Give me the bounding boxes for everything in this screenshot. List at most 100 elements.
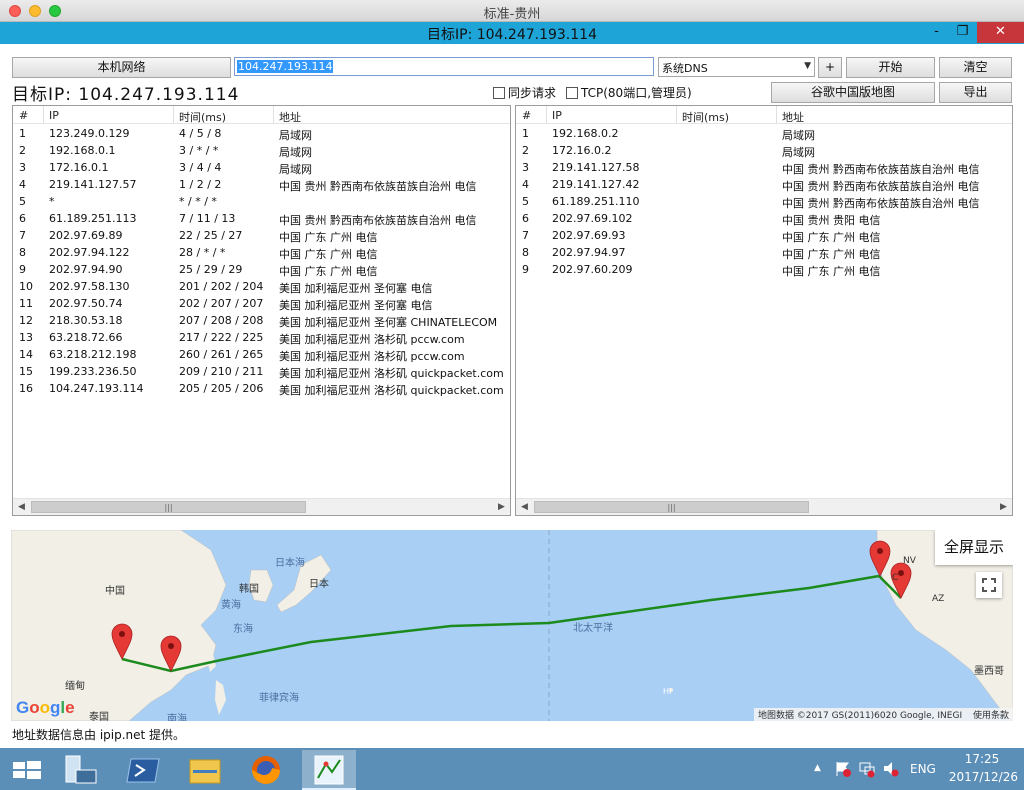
table-row[interactable]: 4 219.141.127.42 中国 贵州 黔西南布依族苗族自治州 电信 [516, 176, 1012, 193]
column-header-number[interactable]: # [19, 109, 28, 122]
cell-ip: 219.141.127.42 [552, 178, 640, 191]
column-header-address[interactable]: 地址 [782, 109, 804, 125]
dns-select[interactable]: 系统DNS ▼ [658, 57, 815, 77]
cell-number: 4 [19, 178, 26, 191]
table-row[interactable]: 5 * * / * / * [13, 193, 510, 210]
scrollbar-thumb[interactable]: ||| [534, 501, 809, 513]
close-button[interactable]: ✕ [977, 22, 1024, 43]
map-label-hi: HI [663, 687, 672, 696]
server-manager-icon[interactable] [54, 750, 108, 790]
map-label-korea: 韩国 [239, 584, 259, 595]
table-row[interactable]: 6 202.97.69.102 中国 贵州 贵阳 电信 [516, 210, 1012, 227]
volume-icon[interactable] [882, 760, 900, 778]
cell-time: 7 / 11 / 13 [179, 212, 236, 225]
table-row[interactable]: 8 202.97.94.97 中国 广东 广州 电信 [516, 244, 1012, 261]
scrollbar-thumb[interactable]: ||| [31, 501, 306, 513]
table-row[interactable]: 5 61.189.251.110 中国 贵州 黔西南布依族苗族自治州 电信 [516, 193, 1012, 210]
target-ip-input[interactable]: 104.247.193.114 [234, 57, 654, 76]
expand-icon[interactable] [976, 572, 1002, 598]
table-row[interactable]: 1 192.168.0.2 局域网 [516, 125, 1012, 142]
column-header-time[interactable]: 时间(ms) [682, 109, 729, 125]
cell-ip: 104.247.193.114 [49, 382, 144, 395]
table-row[interactable]: 15 199.233.236.50 209 / 210 / 211 美国 加利福尼亚州… [13, 363, 510, 380]
horizontal-scrollbar[interactable]: ◀ ||| ▶ [13, 498, 510, 515]
column-header-time[interactable]: 时间(ms) [179, 109, 226, 125]
clock-date[interactable]: 2017/12/26 [944, 770, 1018, 784]
table-row[interactable]: 11 202.97.50.74 202 / 207 / 207 美国 加利福尼亚州 圣… [13, 295, 510, 312]
export-button[interactable]: 导出 [939, 82, 1012, 103]
scroll-left-icon[interactable]: ◀ [13, 499, 30, 515]
table-row[interactable]: 6 61.189.251.113 7 / 11 / 13 中国 贵州 黔西南布依族苗族… [13, 210, 510, 227]
tray-up-arrow-icon[interactable]: ▲ [814, 763, 821, 773]
terms-link[interactable]: 使用条款 [973, 711, 1009, 721]
table-row[interactable]: 9 202.97.60.209 中国 广东 广州 电信 [516, 261, 1012, 278]
cell-ip: 192.168.0.2 [552, 127, 619, 140]
cell-address: 美国 加利福尼亚州 圣何塞 电信 [279, 282, 433, 295]
table-row[interactable]: 7 202.97.69.93 中国 广东 广州 电信 [516, 227, 1012, 244]
column-header-ip[interactable]: IP [49, 109, 59, 122]
table-row[interactable]: 9 202.97.94.90 25 / 29 / 29 中国 广东 广州 电信 [13, 261, 510, 278]
checkbox-box[interactable] [493, 86, 505, 99]
local-network-button[interactable]: 本机网络 [12, 57, 231, 78]
besttrace-icon[interactable] [302, 750, 356, 790]
table-row[interactable]: 12 218.30.53.18 207 / 208 / 208 美国 加利福尼亚州 圣… [13, 312, 510, 329]
firefox-icon[interactable] [239, 750, 293, 790]
map-label-south-sea: 南海 [167, 714, 187, 721]
add-dns-button[interactable]: + [818, 57, 842, 78]
tcp-checkbox[interactable]: TCP(80端口,管理员) [566, 84, 692, 101]
scroll-right-icon[interactable]: ▶ [995, 499, 1012, 515]
start-button[interactable] [0, 750, 54, 790]
table-row[interactable]: 3 172.16.0.1 3 / 4 / 4 局域网 [13, 159, 510, 176]
clock-time[interactable]: 17:25 [962, 752, 1002, 766]
fullscreen-button[interactable]: 全屏显示 [935, 530, 1013, 565]
cell-ip: 61.189.251.110 [552, 195, 640, 208]
table-row[interactable]: 2 172.16.0.2 局域网 [516, 142, 1012, 159]
minimize-button[interactable]: - [924, 22, 949, 43]
powershell-glyph [126, 758, 160, 783]
table-row[interactable]: 16 104.247.193.114 205 / 205 / 206 美国 加利福尼亚… [13, 380, 510, 397]
start-button[interactable]: 开始 [846, 57, 935, 78]
table-row[interactable]: 3 219.141.127.58 中国 贵州 黔西南布依族苗族自治州 电信 [516, 159, 1012, 176]
map-label-thailand: 泰国 [89, 712, 109, 721]
cell-time: 1 / 2 / 2 [179, 178, 222, 191]
scroll-right-icon[interactable]: ▶ [493, 499, 510, 515]
restore-button[interactable]: ❐ [950, 22, 975, 43]
language-indicator[interactable]: ENG [910, 762, 936, 776]
scroll-left-icon[interactable]: ◀ [516, 499, 533, 515]
column-header-address[interactable]: 地址 [279, 109, 301, 125]
file-explorer-icon[interactable] [178, 750, 232, 790]
network-icon[interactable] [858, 760, 876, 778]
cell-number: 13 [19, 331, 33, 344]
table-row[interactable]: 14 63.218.212.198 260 / 261 / 265 美国 加利福尼亚州… [13, 346, 510, 363]
cell-ip: 202.97.58.130 [49, 280, 130, 293]
table-row[interactable]: 8 202.97.94.122 28 / * / * 中国 广东 广州 电信 [13, 244, 510, 261]
table-row[interactable]: 4 219.141.127.57 1 / 2 / 2 中国 贵州 黔西南布依族苗族自治… [13, 176, 510, 193]
cell-ip: 172.16.0.2 [552, 144, 612, 157]
google-map-button[interactable]: 谷歌中国版地图 [771, 82, 935, 103]
cell-address: 中国 贵州 黔西南布依族苗族自治州 电信 [279, 180, 477, 193]
cell-number: 2 [522, 144, 529, 157]
horizontal-scrollbar[interactable]: ◀ ||| ▶ [516, 498, 1012, 515]
column-header-number[interactable]: # [522, 109, 531, 122]
cell-ip: 202.97.50.74 [49, 297, 123, 310]
table-row[interactable]: 7 202.97.69.89 22 / 25 / 27 中国 广东 广州 电信 [13, 227, 510, 244]
powershell-icon[interactable] [117, 750, 171, 790]
mac-window-title: 标准-贵州 [483, 7, 541, 22]
clear-button[interactable]: 清空 [939, 57, 1012, 78]
sync-request-checkbox[interactable]: 同步请求 [493, 84, 556, 101]
cell-number: 6 [19, 212, 26, 225]
table-row[interactable]: 1 123.249.0.129 4 / 5 / 8 局域网 [13, 125, 510, 142]
table-row[interactable]: 13 63.218.72.66 217 / 222 / 225 美国 加利福尼亚州 洛… [13, 329, 510, 346]
cell-address: 中国 贵州 贵阳 电信 [782, 214, 881, 227]
trace-table-left[interactable]: # IP 时间(ms) 地址 1 123.249.0.129 4 / 5 / 8 局域… [12, 105, 511, 516]
flag-icon[interactable] [834, 760, 852, 778]
cell-time: 205 / 205 / 206 [179, 382, 264, 395]
checkbox-box[interactable] [566, 86, 578, 99]
trace-table-right[interactable]: # IP 时间(ms) 地址 1 192.168.0.2 局域网 2 172.16.0.… [515, 105, 1013, 516]
route-map[interactable]: 日本海 中国 韩国 日本 黄海 东海 北太平洋 缅甸 泰国 菲律宾海 南海 墨西… [11, 530, 1013, 721]
table-row[interactable]: 10 202.97.58.130 201 / 202 / 204 美国 加利福尼亚州 … [13, 278, 510, 295]
table-row[interactable]: 2 192.168.0.1 3 / * / * 局域网 [13, 142, 510, 159]
column-header-ip[interactable]: IP [552, 109, 562, 122]
cell-number: 12 [19, 314, 33, 327]
cell-address: 中国 贵州 黔西南布依族苗族自治州 电信 [782, 197, 980, 210]
